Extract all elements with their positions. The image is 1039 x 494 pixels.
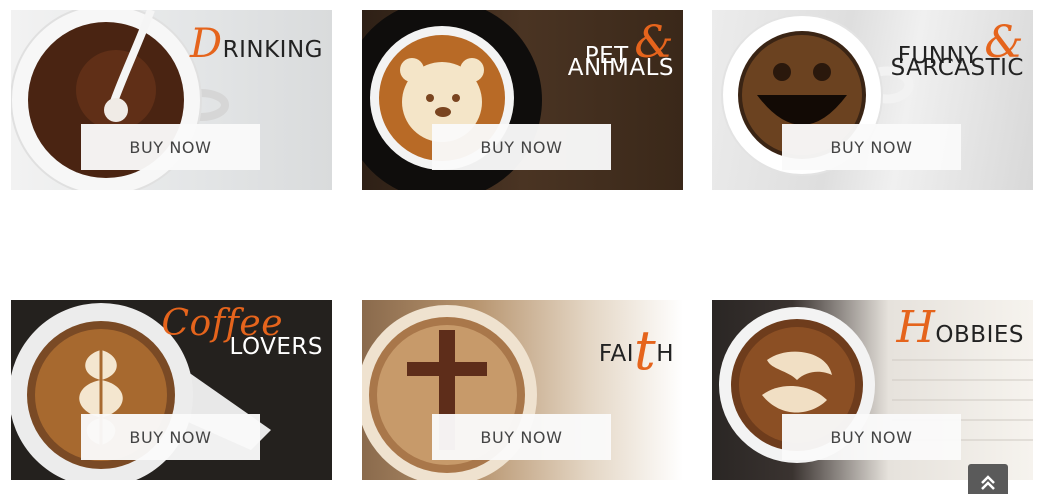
category-title: HOBBIES	[896, 302, 1024, 353]
category-title: FAItH	[598, 319, 674, 382]
category-title: DRINKING	[190, 21, 323, 67]
category-card-faith[interactable]: FAItH BUY NOW	[362, 300, 683, 480]
double-chevron-up-icon	[981, 475, 995, 490]
category-card-drinking[interactable]: DRINKING BUY NOW	[11, 10, 332, 190]
buy-now-button[interactable]: BUY NOW	[81, 414, 260, 460]
product-category-grid: DRINKING BUY NOW PET & ANIMALS BUY NOW F…	[0, 0, 1039, 494]
category-title: Coffee LOVERS	[161, 303, 323, 360]
buy-now-button[interactable]: BUY NOW	[432, 124, 611, 170]
buy-now-button[interactable]: BUY NOW	[782, 414, 961, 460]
category-card-funny-sarcastic[interactable]: FUNNY & SARCASTIC BUY NOW	[712, 10, 1033, 190]
category-title: FUNNY & SARCASTIC	[890, 17, 1024, 81]
category-card-pet-animals[interactable]: PET & ANIMALS BUY NOW	[362, 10, 683, 190]
buy-now-button[interactable]: BUY NOW	[782, 124, 961, 170]
category-card-coffee-lovers[interactable]: Coffee LOVERS BUY NOW	[11, 300, 332, 480]
scroll-to-top-button[interactable]	[968, 464, 1008, 494]
category-card-hobbies[interactable]: HOBBIES BUY NOW	[712, 300, 1033, 480]
buy-now-button[interactable]: BUY NOW	[432, 414, 611, 460]
buy-now-button[interactable]: BUY NOW	[81, 124, 260, 170]
category-title: PET & ANIMALS	[567, 17, 674, 81]
